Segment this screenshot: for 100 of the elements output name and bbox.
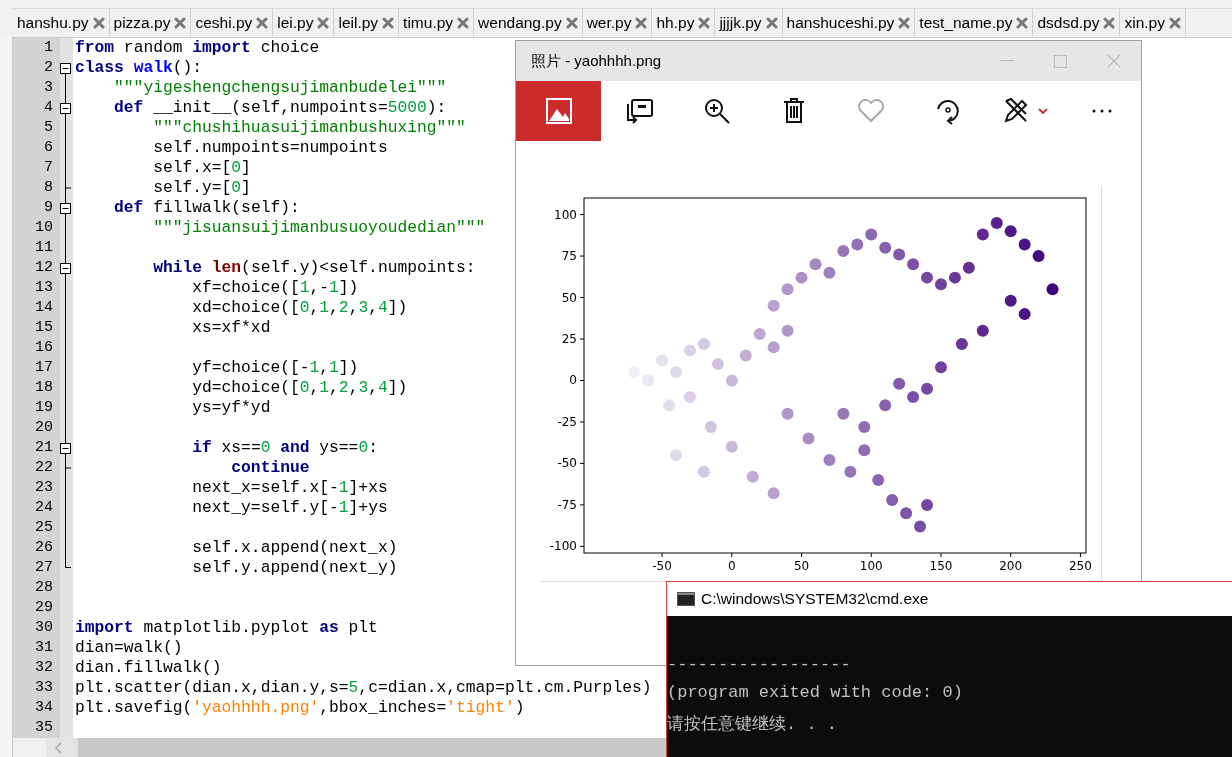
x-tick-label: 50 <box>793 559 810 573</box>
data-point <box>725 440 738 453</box>
data-point <box>900 507 913 520</box>
window-title: C:\windows\SYSTEM32\cmd.exe <box>701 590 929 608</box>
code-line: dian=walk() <box>74 638 183 658</box>
data-point <box>670 366 683 379</box>
data-point <box>781 407 794 420</box>
line-number: 3 <box>43 78 53 98</box>
code-line: next_y=self.y[-1]+ys <box>191 498 388 518</box>
gallery-button[interactable] <box>516 81 602 141</box>
close-icon[interactable] <box>1168 17 1181 29</box>
fold-toggle[interactable] <box>60 443 71 454</box>
line-number: 24 <box>34 498 53 518</box>
line-number: 1 <box>43 38 53 58</box>
code-line: yd=choice([0,1,2,3,4]) <box>191 378 408 398</box>
more-icon <box>1092 109 1113 113</box>
data-point <box>704 420 717 433</box>
code-line: dian.fillwalk() <box>74 658 222 678</box>
data-point <box>935 278 947 291</box>
line-number: 4 <box>43 98 53 118</box>
close-icon[interactable] <box>565 17 578 29</box>
line-number: 18 <box>34 378 53 398</box>
close-icon[interactable] <box>1103 17 1116 29</box>
close-icon[interactable] <box>317 17 330 29</box>
line-number: 16 <box>34 338 53 358</box>
code-line: self.x=[0] <box>152 158 251 178</box>
data-point <box>711 357 724 370</box>
close-icon[interactable] <box>635 17 648 29</box>
data-point <box>684 344 696 357</box>
code-line: self.y.append(next_y) <box>191 558 398 578</box>
code-line: ys=yf*yd <box>191 398 271 418</box>
data-point <box>802 432 815 445</box>
line-number: 33 <box>34 678 53 698</box>
data-point <box>739 349 752 362</box>
data-point <box>948 271 961 284</box>
x-tick-label: -50 <box>652 559 672 573</box>
line-number: 6 <box>43 138 53 158</box>
data-point <box>858 420 871 433</box>
y-tick-label: -25 <box>557 414 577 429</box>
close-icon[interactable] <box>898 17 911 29</box>
code-line: while len(self.y)<self.numpoints: <box>152 258 476 278</box>
data-point <box>893 248 906 261</box>
y-tick-label: 0 <box>569 373 577 388</box>
line-number: 13 <box>34 278 53 298</box>
code-line: self.y=[0] <box>152 178 251 198</box>
close-icon[interactable] <box>1016 17 1029 29</box>
line-number: 8 <box>43 178 53 198</box>
line-number: 35 <box>34 718 53 738</box>
line-number: 7 <box>43 158 53 178</box>
data-point <box>865 228 878 241</box>
data-point <box>879 241 892 254</box>
y-tick-label: 25 <box>561 332 577 346</box>
x-tick-label: 200 <box>999 559 1023 573</box>
data-point <box>907 391 920 404</box>
line-number: 12 <box>34 258 53 278</box>
trash-icon <box>782 98 805 124</box>
line-number: 32 <box>34 658 53 678</box>
close-icon[interactable] <box>382 17 395 29</box>
code-line: import matplotlib.pyplot as plt <box>74 618 378 638</box>
data-point <box>767 341 780 354</box>
x-tick-label: 250 <box>1068 559 1092 573</box>
data-point <box>670 449 683 462</box>
close-icon[interactable] <box>174 17 187 29</box>
close-icon[interactable] <box>698 17 711 29</box>
fold-toggle[interactable] <box>60 263 71 274</box>
y-tick-label: -100 <box>549 539 577 554</box>
line-number: 25 <box>34 518 53 538</box>
data-point <box>1004 225 1017 238</box>
data-point <box>872 474 885 486</box>
data-point <box>976 228 989 241</box>
close-icon[interactable] <box>457 17 470 29</box>
x-tick-label: 150 <box>929 559 953 573</box>
data-point <box>858 444 871 457</box>
close-icon[interactable] <box>92 17 105 29</box>
data-point <box>914 520 927 533</box>
close-icon[interactable] <box>256 17 269 29</box>
line-number: 9 <box>43 198 53 218</box>
data-point <box>795 271 808 284</box>
heart-icon <box>857 99 886 123</box>
fold-toggle[interactable] <box>60 103 71 114</box>
code-line: xf=choice([1,-1]) <box>191 278 359 298</box>
line-number: 14 <box>34 298 53 318</box>
y-tick-label: -50 <box>557 456 577 471</box>
data-point <box>753 328 766 341</box>
line-number: 28 <box>34 578 53 598</box>
code-line: def __init__(self,numpoints=5000): <box>113 98 447 118</box>
console-icon <box>677 592 695 606</box>
data-point <box>781 324 794 337</box>
code-line: """jisuansuijimanbusuoyoudedian""" <box>152 218 486 238</box>
slideshow-icon <box>625 98 654 124</box>
fold-toggle[interactable] <box>60 63 71 74</box>
code-line: class walk(): <box>74 58 203 78</box>
line-number: 29 <box>34 598 53 618</box>
close-icon[interactable] <box>765 17 778 29</box>
code-line: plt.scatter(dian.x,dian.y,s=5,c=dian.x,cmap=plt.cm.Purples) <box>74 678 652 698</box>
data-point <box>962 261 975 274</box>
y-tick-label: -75 <box>557 497 577 512</box>
line-number: 26 <box>34 538 53 558</box>
console-line: ------------------ <box>667 654 852 676</box>
fold-toggle[interactable] <box>60 203 71 214</box>
